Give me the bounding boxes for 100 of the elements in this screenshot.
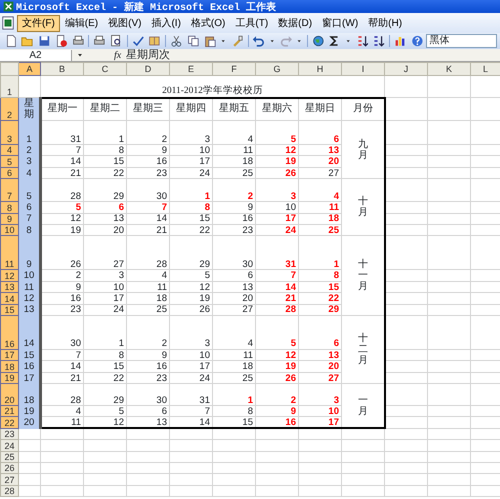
column-header[interactable]: C [84,62,126,76]
row-header[interactable]: 17 [0,349,18,361]
paste-icon[interactable] [204,34,216,48]
row-header[interactable]: 25 [0,451,18,463]
row-header[interactable]: 1 [0,76,18,98]
row-header[interactable]: 12 [0,270,18,282]
row-header[interactable]: 22 [0,416,18,428]
row-header[interactable]: 6 [0,167,18,179]
row-header[interactable]: 7 [0,178,18,202]
column-header[interactable]: H [298,62,342,76]
menu-item[interactable]: 数据(D) [273,14,318,32]
row-header[interactable]: 28 [0,485,18,497]
date-cell: 6 [298,120,342,144]
menu-item[interactable]: 视图(V) [103,14,146,32]
date-cell: 6 [212,270,256,282]
date-cell: 13 [298,144,342,156]
bar-chart-icon[interactable] [394,34,407,48]
date-cell: 12 [256,144,298,156]
row-header[interactable]: 15 [0,304,18,316]
copy-icon[interactable] [186,34,200,48]
menu-item[interactable]: 工具(T) [230,14,274,32]
row-header[interactable]: 21 [0,406,18,417]
menu-item[interactable]: 文件(F) [17,14,60,32]
column-header[interactable]: B [40,62,84,76]
globe-icon[interactable] [312,34,324,48]
new-document-icon[interactable] [4,34,18,48]
date-cell: 27 [298,167,342,179]
row-header[interactable]: 13 [0,281,18,293]
date-cell: 30 [126,384,170,406]
row-header[interactable]: 10 [0,224,18,236]
research-icon[interactable] [148,34,162,48]
excel-document-icon[interactable] [1,16,15,30]
format-painter-icon[interactable] [230,34,244,48]
formula-field[interactable]: 星期周次 [126,48,170,62]
column-header[interactable]: L [470,62,500,76]
date-cell: 16 [126,156,170,168]
date-cell: 16 [126,360,170,372]
date-cell: 5 [256,315,298,350]
scissors-icon[interactable] [170,34,183,48]
row-header[interactable]: 3 [0,120,18,144]
row-header[interactable]: 19 [0,372,18,384]
document-permission-icon[interactable] [54,34,68,48]
row-header[interactable]: 9 [0,213,18,224]
column-header[interactable]: J [384,62,428,76]
sort-ascending-icon[interactable] [356,34,368,48]
column-header[interactable]: F [212,62,256,76]
row-header[interactable]: 8 [0,202,18,214]
menu-item[interactable]: 编辑(E) [60,14,104,32]
date-cell: 6 [84,202,126,214]
date-cell: 25 [298,224,342,236]
help-icon[interactable] [410,34,424,48]
date-cell: 9 [212,202,256,214]
row-header[interactable]: 24 [0,440,18,452]
date-cell: 12 [40,213,84,224]
row-header[interactable]: 23 [0,428,18,440]
date-cell: 24 [256,224,298,236]
date-cell: 2 [40,270,84,282]
date-cell: 14 [40,156,84,168]
row-header[interactable]: 27 [0,474,18,486]
column-header[interactable]: I [342,62,384,76]
date-cell: 26 [170,304,212,316]
row-header[interactable]: 18 [0,360,18,372]
name-box[interactable]: A2 [0,50,72,60]
column-header[interactable]: D [126,62,170,76]
row-header[interactable]: 14 [0,292,18,304]
date-cell: 7 [40,349,84,361]
column-header[interactable]: A [18,62,40,76]
row-header[interactable]: 11 [0,236,18,270]
undo-icon[interactable] [252,34,266,48]
date-cell: 10 [298,406,342,417]
date-cell: 27 [298,372,342,384]
date-cell: 25 [126,304,170,316]
column-header[interactable]: E [170,62,212,76]
date-cell: 13 [212,281,256,293]
date-cell: 12 [256,349,298,361]
menu-item[interactable]: 插入(I) [146,14,186,32]
menu-item[interactable]: 窗口(W) [317,14,364,32]
date-cell: 7 [40,144,84,156]
insert-function-button[interactable]: fx [114,50,122,60]
date-cell: 10 [84,281,126,293]
row-header[interactable]: 4 [0,144,18,156]
row-header[interactable]: 26 [0,462,18,474]
row-header[interactable]: 5 [0,156,18,168]
date-cell: 8 [298,270,342,282]
row-header[interactable]: 16 [0,315,18,350]
column-header[interactable]: K [428,62,470,76]
date-cell: 28 [40,384,84,406]
spelling-check-icon[interactable] [132,34,144,48]
date-cell: 20 [212,292,256,304]
date-cell: 17 [170,156,212,168]
menu-item[interactable]: 格式(O) [186,14,230,32]
save-icon[interactable] [38,34,51,48]
column-header[interactable]: G [256,62,298,76]
font-name-field[interactable]: 黑体 [426,34,498,48]
menu-item[interactable]: 帮助(H) [363,14,408,32]
print-preview-icon[interactable] [110,34,123,48]
row-header[interactable]: 20 [0,384,18,406]
row-header[interactable]: 2 [0,98,18,120]
sort-descending-icon[interactable] [372,34,386,48]
window-title: Microsoft Excel - 新建 Microsoft Excel 工作表 [16,0,276,14]
